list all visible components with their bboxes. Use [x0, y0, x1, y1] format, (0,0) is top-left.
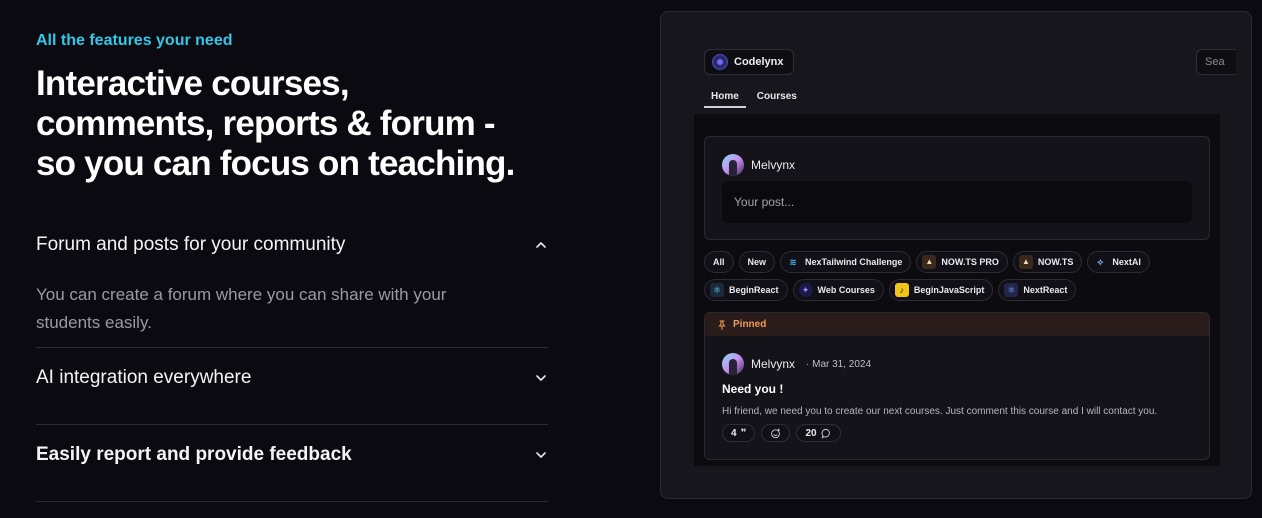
accordion-item-report: Easily report and provide feedback [36, 441, 548, 469]
preview-nav: Home Courses [704, 90, 804, 108]
composer-user: Melvynx [722, 154, 795, 176]
chevron-up-icon [536, 242, 546, 248]
post-input[interactable] [722, 181, 1192, 223]
accordion-header-ai[interactable]: AI integration everywhere [36, 364, 548, 392]
chip-row: All New ≋ NexTailwind Challenge ▲ NOW.TS… [704, 251, 1210, 273]
accordion-body-line: students easily. [36, 313, 152, 332]
chip-label: NOW.TS [1037, 257, 1074, 267]
chip-label: NextReact [1023, 285, 1068, 295]
brand-button[interactable]: Codelynx [704, 49, 794, 75]
pinned-banner: Pinned [705, 313, 1209, 336]
forum-feed: Melvynx All New ≋ NexTailwind Challenge … [694, 114, 1220, 466]
post-text: Hi friend, we need you to create our nex… [722, 406, 1158, 417]
chip-label: BeginJavaScript [913, 285, 985, 295]
accordion-item-forum: Forum and posts for your community You c… [36, 231, 548, 337]
app-preview-card: Codelynx Sea Home Courses Melvynx All Ne… [660, 11, 1252, 499]
author-name: Melvynx [751, 357, 796, 371]
tailwind-icon: ≋ [789, 256, 797, 267]
post-title: Need you ! [722, 382, 784, 396]
section-eyebrow: All the features your need [36, 32, 233, 49]
tab-courses[interactable]: Courses [750, 90, 804, 108]
chip-beginreact[interactable]: ⚛ BeginReact [704, 279, 788, 301]
pin-icon [718, 320, 726, 330]
accordion-title: AI integration everywhere [36, 367, 252, 388]
avatar [722, 353, 744, 375]
chip-label: Web Courses [817, 285, 875, 295]
avatar [722, 154, 744, 176]
accordion-header-forum[interactable]: Forum and posts for your community [36, 231, 548, 259]
chip-nextailwind[interactable]: ≋ NexTailwind Challenge [780, 251, 912, 273]
chevron-down-icon [536, 452, 546, 458]
chip-row: ⚛ BeginReact ✦ Web Courses ♪ BeginJavaSc… [704, 279, 1210, 301]
codelynx-logo-icon [712, 54, 728, 70]
web-courses-icon: ✦ [798, 283, 813, 297]
chip-new[interactable]: New [738, 251, 776, 273]
pinned-label: Pinned [733, 319, 767, 330]
chip-label: NextAI [1112, 257, 1141, 267]
accordion-body: You can create a forum where you can sha… [36, 281, 516, 337]
course-filter-chips: All New ≋ NexTailwind Challenge ▲ NOW.TS… [704, 251, 1210, 307]
chip-now-ts[interactable]: ▲ NOW.TS [1012, 251, 1083, 273]
post-reactions: 4 ❞ 20 [722, 424, 841, 442]
chip-label: NexTailwind Challenge [805, 257, 903, 267]
comment-count: 20 [805, 427, 817, 439]
headline-line: Interactive courses, [36, 64, 350, 103]
quote-icon: ❞ [740, 427, 747, 439]
rocket-icon: ⟡ [1097, 256, 1104, 267]
features-section: All the features your need Interactive c… [0, 0, 1262, 518]
accordion-body-line: You can create a forum where you can sha… [36, 285, 447, 304]
divider [36, 501, 548, 502]
chip-all[interactable]: All [704, 251, 734, 273]
divider [36, 347, 548, 348]
comment-icon [821, 428, 830, 439]
tab-home[interactable]: Home [704, 90, 746, 108]
post-composer: Melvynx [704, 136, 1210, 240]
section-headline: Interactive courses, comments, reports &… [36, 64, 548, 184]
quote-reaction-button[interactable]: 4 ❞ [722, 424, 756, 442]
divider [36, 424, 548, 425]
accordion-title: Easily report and provide feedback [36, 444, 352, 465]
post-author: Melvynx · Mar 31, 2024 [722, 353, 871, 375]
chip-label: BeginReact [729, 285, 779, 295]
accordion-title: Forum and posts for your community [36, 234, 346, 255]
headline-line: so you can focus on teaching. [36, 144, 515, 183]
quote-count: 4 [731, 427, 737, 439]
search-placeholder: Sea [1205, 56, 1225, 68]
next-react-icon: ⚛ [1004, 283, 1019, 297]
react-icon: ⚛ [710, 283, 724, 297]
javascript-icon: ♪ [894, 283, 909, 297]
chip-label: NOW.TS PRO [941, 257, 999, 267]
add-emoji-icon [771, 428, 781, 438]
chip-web-courses[interactable]: ✦ Web Courses [792, 279, 884, 301]
search-input[interactable]: Sea [1196, 49, 1236, 75]
chip-beginjavascript[interactable]: ♪ BeginJavaScript [888, 279, 994, 301]
accordion-item-ai: AI integration everywhere [36, 364, 548, 392]
headline-line: comments, reports & forum - [36, 104, 496, 143]
chip-now-ts-pro[interactable]: ▲ NOW.TS PRO [916, 251, 1008, 273]
user-name: Melvynx [751, 158, 796, 172]
pinned-post[interactable]: Pinned Melvynx · Mar 31, 2024 Need you !… [704, 312, 1210, 460]
chevron-down-icon [536, 375, 546, 381]
now-ts-icon: ▲ [1018, 255, 1033, 269]
comments-button[interactable]: 20 [796, 424, 841, 442]
chip-nextai[interactable]: ⟡ NextAI [1087, 251, 1150, 273]
now-ts-icon: ▲ [922, 255, 937, 269]
post-date: · Mar 31, 2024 [806, 358, 872, 370]
brand-name: Codelynx [734, 56, 784, 68]
chip-nextreact[interactable]: ⚛ NextReact [998, 279, 1077, 301]
accordion-header-report[interactable]: Easily report and provide feedback [36, 441, 548, 469]
add-reaction-button[interactable] [761, 424, 791, 442]
